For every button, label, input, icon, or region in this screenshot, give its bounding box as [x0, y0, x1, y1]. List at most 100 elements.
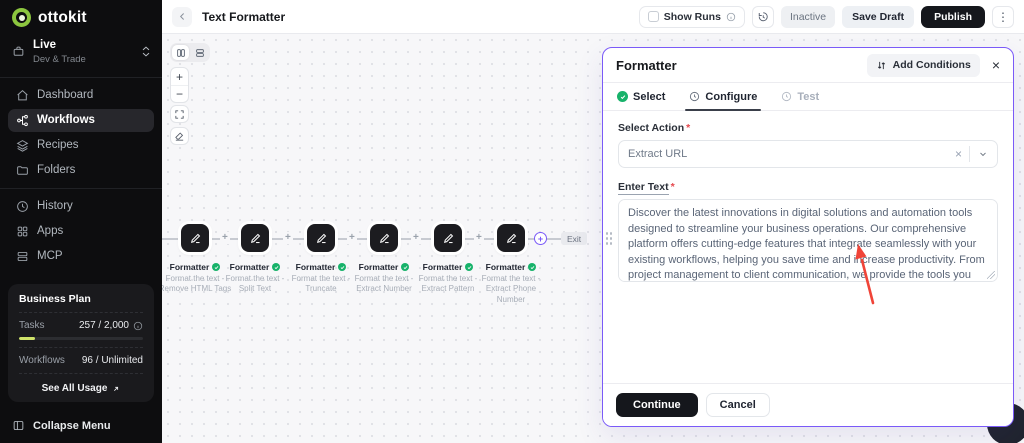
required-marker: *: [671, 181, 675, 193]
insert-step-button[interactable]: +: [534, 232, 547, 245]
formatter-node-button[interactable]: [181, 224, 209, 252]
workflow-node-2: Formatter Format the text - Split Text: [217, 224, 293, 295]
sidebar-item-label: Dashboard: [37, 89, 93, 101]
tab-select[interactable]: Select: [617, 83, 665, 110]
layers-icon: [16, 139, 29, 152]
workflow-title: Text Formatter: [202, 10, 285, 24]
zoom-out-button[interactable]: −: [171, 85, 188, 102]
cancel-button[interactable]: Cancel: [706, 393, 770, 417]
select-action-label: Select Action*: [618, 122, 998, 134]
clock-icon: [781, 91, 792, 102]
plan-title: Business Plan: [19, 293, 143, 305]
more-options-button[interactable]: ⋮: [992, 6, 1014, 28]
see-all-usage-link[interactable]: See All Usage: [19, 381, 143, 394]
textarea-resize-handle[interactable]: [987, 271, 995, 279]
back-button[interactable]: [172, 7, 192, 27]
enter-text-input[interactable]: Discover the latest innovations in digit…: [618, 199, 998, 282]
required-marker: *: [686, 122, 690, 134]
formatter-config-panel: Formatter Add Conditions × Select Config…: [602, 47, 1014, 427]
secondary-nav: History Apps MCP: [0, 195, 162, 270]
logo-text: ottokit: [38, 9, 87, 27]
formatter-node-button[interactable]: [241, 224, 269, 252]
sidebar-item-label: Workflows: [37, 114, 95, 126]
sidebar-item-mcp[interactable]: MCP: [8, 245, 154, 268]
tasks-value: 257 / 2,000: [79, 320, 129, 331]
pencil-icon: [315, 232, 328, 245]
status-badge: Inactive: [781, 6, 835, 28]
info-icon[interactable]: [133, 321, 143, 331]
tab-configure[interactable]: Configure: [689, 83, 757, 110]
sidebar-item-apps[interactable]: Apps: [8, 220, 154, 243]
pencil-icon: [249, 232, 262, 245]
pencil-icon: [378, 232, 391, 245]
sidebar-item-label: MCP: [37, 250, 63, 262]
show-runs-checkbox[interactable]: [648, 11, 659, 22]
node-description: Format the text - Extract Phone Number: [473, 274, 549, 305]
select-action-value: Extract URL: [628, 148, 948, 160]
history-clock-icon: [757, 11, 769, 23]
formatter-node-button[interactable]: [307, 224, 335, 252]
add-conditions-button[interactable]: Add Conditions: [867, 54, 980, 77]
clock-icon: [16, 200, 29, 213]
node-title: Formatter: [359, 262, 399, 272]
workflows-usage-label: Workflows: [19, 355, 65, 366]
panel-resize-grip[interactable]: [605, 231, 613, 246]
clock-icon: [689, 91, 700, 102]
formatter-node-button[interactable]: [497, 224, 525, 252]
tasks-label: Tasks: [19, 320, 45, 331]
sidebar-item-workflows[interactable]: Workflows: [8, 109, 154, 132]
workflows-usage-value: 96 / Unlimited: [82, 355, 143, 366]
divider: [19, 373, 143, 374]
chevron-down-icon[interactable]: [970, 149, 988, 159]
exit-marker: Exit: [561, 232, 587, 245]
publish-button[interactable]: Publish: [921, 6, 985, 28]
continue-button[interactable]: Continue: [616, 393, 698, 417]
success-check-icon: [401, 263, 409, 271]
divider: [0, 188, 162, 189]
tasks-progress-bar: [19, 337, 143, 340]
vertical-layout-button[interactable]: [172, 45, 189, 60]
sidebar-item-dashboard[interactable]: Dashboard: [8, 84, 154, 107]
briefcase-icon: [12, 45, 25, 58]
swap-vertical-icon: [876, 60, 887, 71]
clear-canvas-button[interactable]: [170, 127, 189, 145]
arrow-left-icon: [177, 11, 188, 22]
topbar: Text Formatter Show Runs Inactive Save D…: [162, 0, 1024, 34]
horizontal-layout-button[interactable]: [191, 45, 208, 60]
formatter-node-button[interactable]: [370, 224, 398, 252]
fit-view-button[interactable]: [170, 105, 189, 123]
workflow-icon: [16, 114, 29, 127]
info-icon[interactable]: [726, 12, 736, 22]
close-icon[interactable]: ×: [992, 58, 1000, 72]
sidebar-item-history[interactable]: History: [8, 195, 154, 218]
sidebar-item-folders[interactable]: Folders: [8, 159, 154, 182]
save-draft-button[interactable]: Save Draft: [842, 6, 914, 28]
sidebar-item-label: History: [37, 200, 73, 212]
folder-icon: [16, 164, 29, 177]
run-history-button[interactable]: [752, 6, 774, 28]
collapse-menu-button[interactable]: Collapse Menu: [0, 410, 162, 443]
pencil-icon: [505, 232, 518, 245]
workspace-switcher[interactable]: Live Dev & Trade: [0, 33, 162, 73]
workflow-canvas[interactable]: + − Formatter Format the text - Remove H…: [162, 34, 1024, 443]
pencil-icon: [442, 232, 455, 245]
home-icon: [16, 89, 29, 102]
layout-direction-toggle: [170, 43, 210, 62]
zoom-in-button[interactable]: +: [171, 68, 188, 85]
show-runs-label: Show Runs: [664, 11, 721, 23]
clear-selection-icon[interactable]: ×: [948, 147, 969, 161]
panel-title: Formatter: [616, 58, 677, 73]
show-runs-toggle[interactable]: Show Runs: [639, 6, 745, 28]
sidebar-item-recipes[interactable]: Recipes: [8, 134, 154, 157]
select-action-dropdown[interactable]: Extract URL ×: [618, 140, 998, 168]
columns-icon: [176, 48, 186, 58]
app-logo[interactable]: ottokit: [0, 0, 162, 33]
node-description: Format the text - Split Text: [217, 274, 293, 295]
grid-icon: [16, 225, 29, 238]
sidebar-item-label: Recipes: [37, 139, 79, 151]
formatter-node-button[interactable]: [434, 224, 462, 252]
success-check-icon: [528, 263, 536, 271]
tab-test[interactable]: Test: [781, 83, 819, 110]
workspace-name: Live: [33, 39, 134, 53]
node-title: Formatter: [486, 262, 526, 272]
